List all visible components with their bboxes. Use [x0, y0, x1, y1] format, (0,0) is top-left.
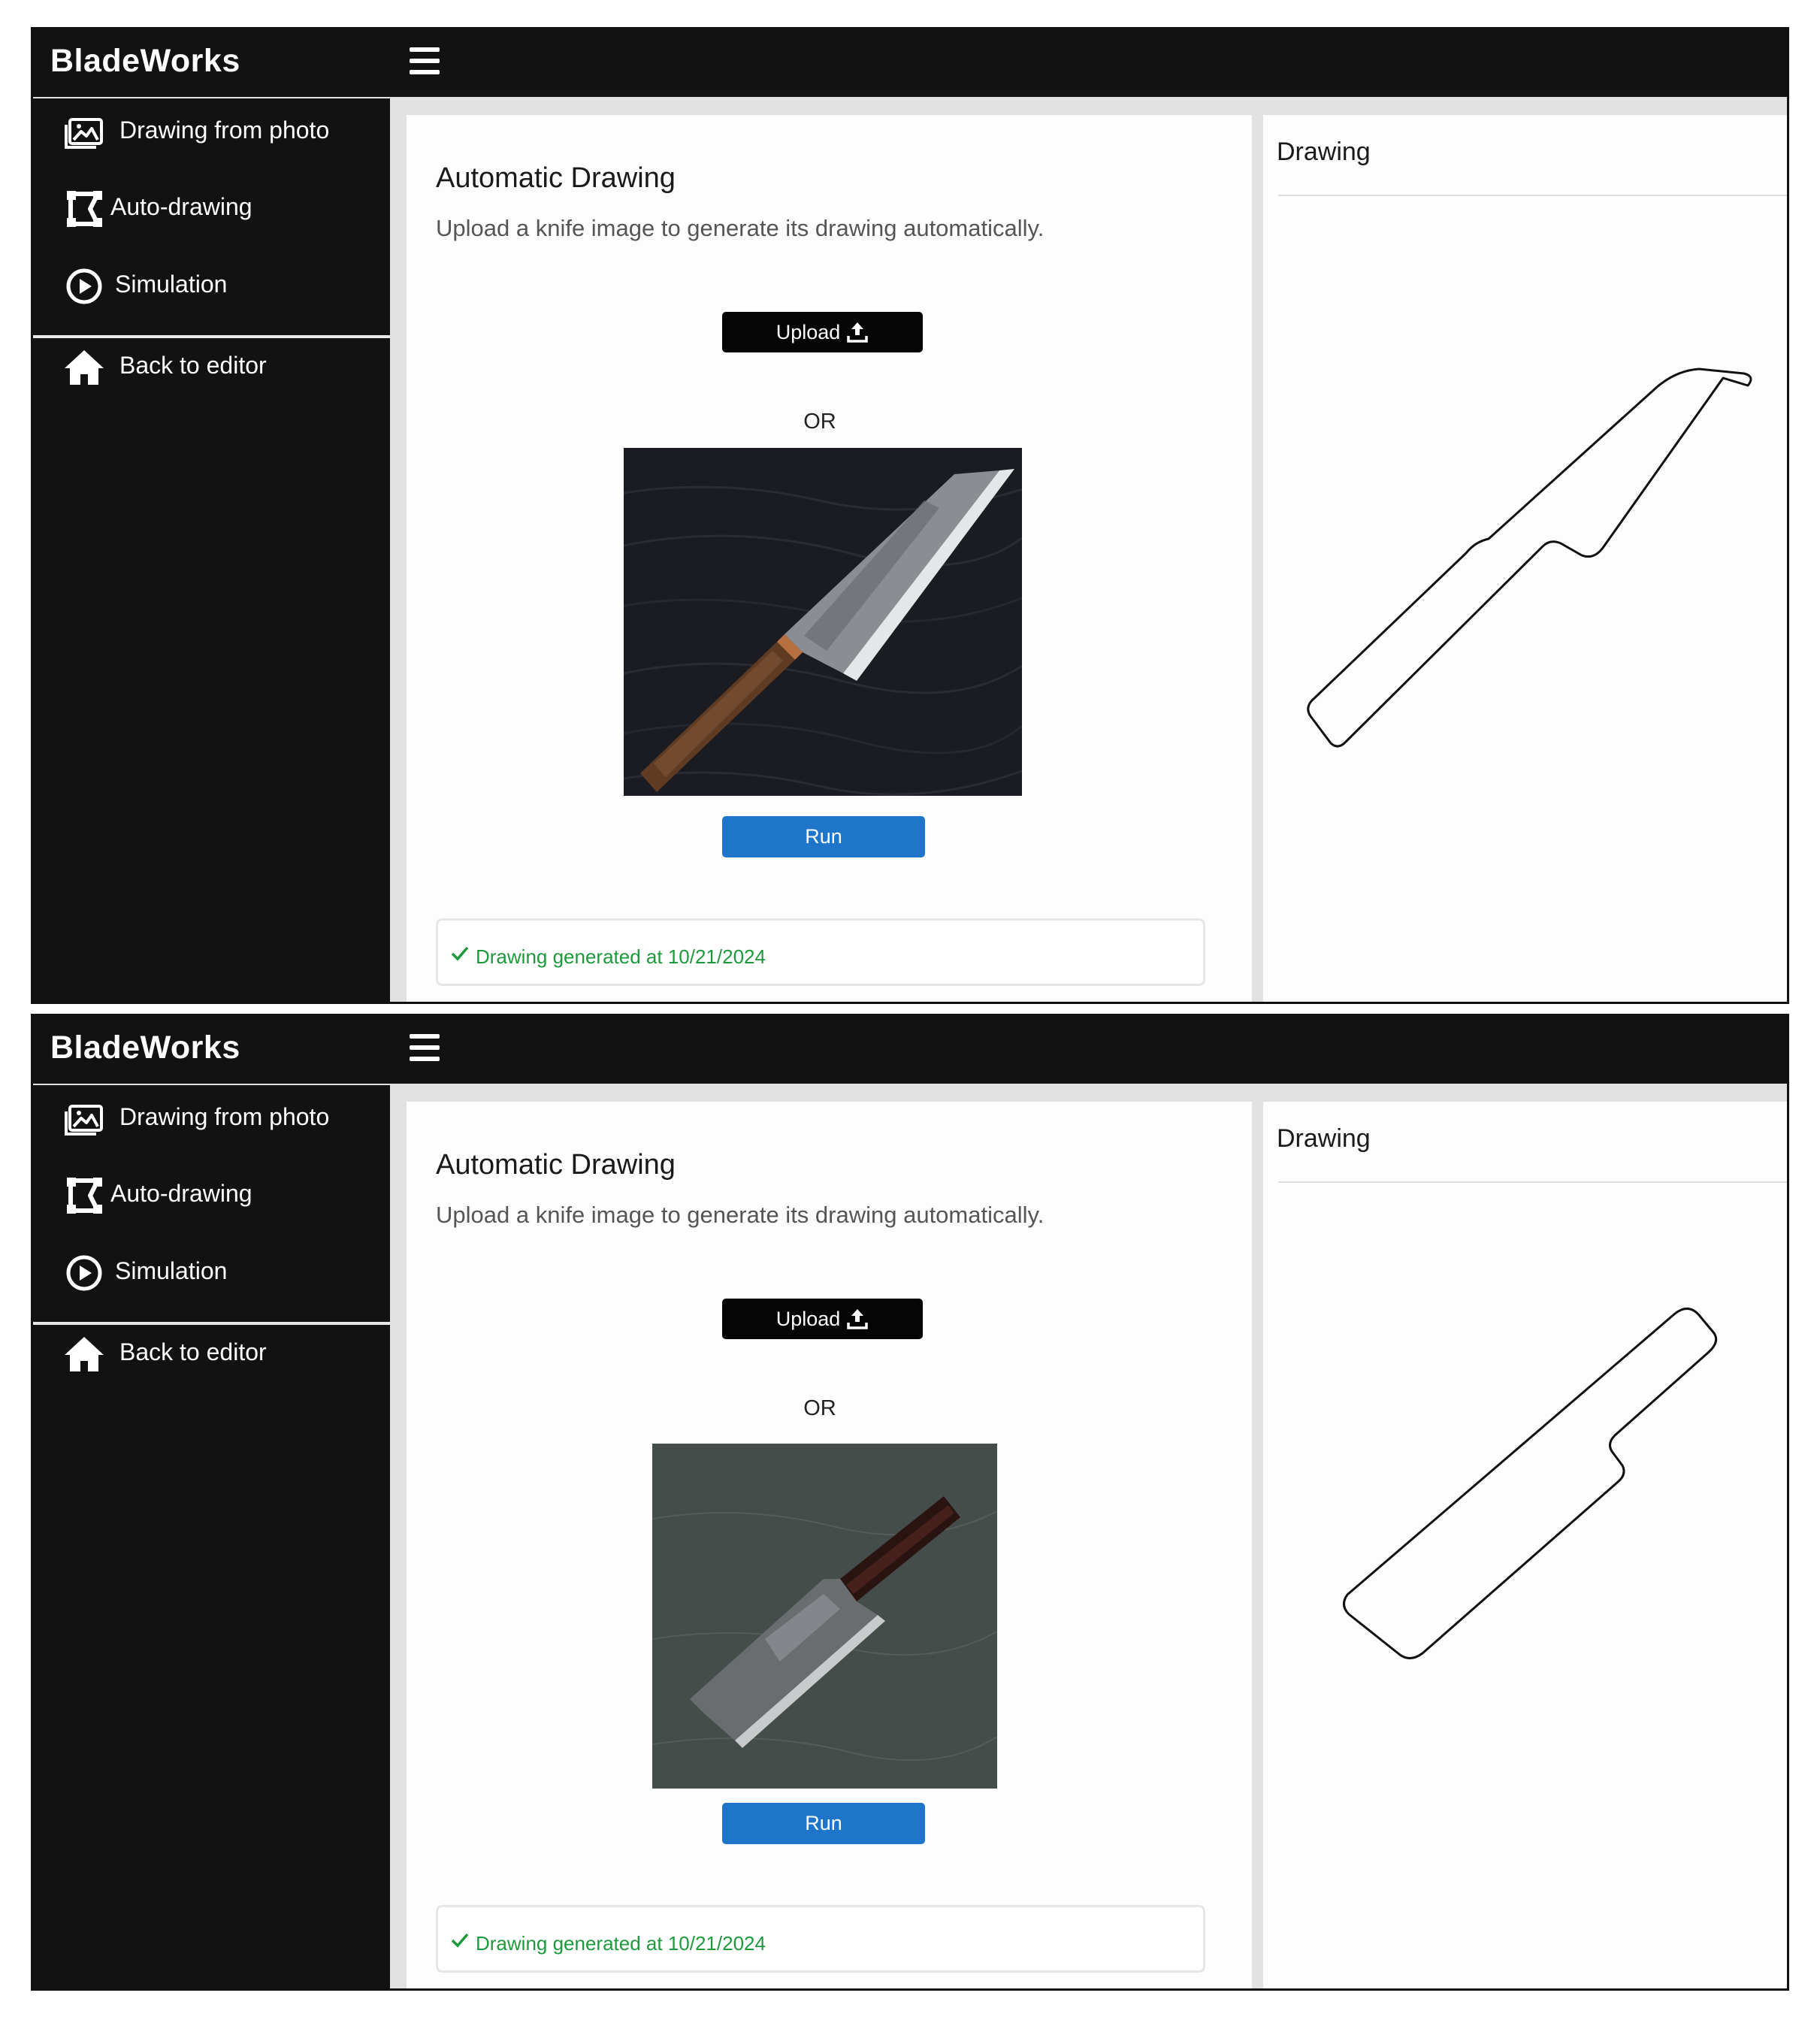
sidebar-item-label: Drawing from photo	[119, 1103, 330, 1130]
sidebar-item-back-to-editor[interactable]: Back to editor	[33, 1320, 390, 1388]
home-icon	[65, 1337, 104, 1371]
knife-outline-drawing	[1343, 1308, 1718, 1659]
sidebar-item-auto-drawing[interactable]: Auto-drawing	[33, 175, 390, 243]
upload-button-label: Upload	[775, 1307, 841, 1330]
drawing-panel: Drawing	[1263, 115, 1787, 1002]
sidebar: Drawing from photo Auto-drawing Simulati…	[33, 98, 390, 1002]
sidebar: Drawing from photo Auto-drawing Simulati…	[33, 1085, 390, 1988]
home-icon	[65, 350, 104, 385]
page-subtitle: Upload a knife image to generate its dra…	[436, 1202, 1045, 1228]
sidebar-item-label: Back to editor	[119, 352, 267, 379]
upload-icon	[847, 322, 869, 343]
upload-button[interactable]: Upload	[722, 312, 923, 352]
knife-photo	[652, 1444, 997, 1789]
upload-button-label: Upload	[775, 320, 841, 343]
sidebar-item-label: Simulation	[115, 271, 228, 298]
sidebar-item-auto-drawing[interactable]: Auto-drawing	[33, 1162, 390, 1229]
status-text: Drawing generated at 10/21/2024	[476, 1932, 766, 1955]
knife-photo	[624, 448, 1022, 796]
brand-title: BladeWorks	[50, 43, 240, 79]
page-title: Automatic Drawing	[436, 1149, 676, 1181]
check-icon	[451, 1933, 469, 1948]
top-bar: BladeWorks	[33, 1016, 1787, 1084]
sidebar-item-back-to-editor[interactable]: Back to editor	[33, 334, 390, 401]
sidebar-item-label: Back to editor	[119, 1338, 267, 1365]
image-icon	[65, 1105, 103, 1135]
knife-outline-drawing	[1307, 367, 1752, 748]
auto-drawing-card: Automatic Drawing Upload a knife image t…	[407, 115, 1252, 1002]
or-separator: OR	[803, 410, 836, 434]
run-button[interactable]: Run	[722, 1803, 925, 1844]
figure: BladeWorks Drawing from photo Auto-drawi…	[0, 0, 1820, 2020]
app-screen-2: BladeWorks Drawing from photo Auto-drawi…	[31, 1014, 1789, 1991]
or-separator: OR	[803, 1396, 836, 1420]
sidebar-item-simulation[interactable]: Simulation	[33, 252, 390, 320]
page-subtitle: Upload a knife image to generate its dra…	[436, 215, 1045, 241]
status-text: Drawing generated at 10/21/2024	[476, 945, 766, 968]
brand-title: BladeWorks	[50, 1030, 240, 1066]
image-icon	[65, 118, 103, 149]
app-screen-1: BladeWorks Drawing from photo Auto-drawi…	[31, 27, 1789, 1004]
auto-draw-icon	[67, 1178, 102, 1214]
run-button[interactable]: Run	[722, 816, 925, 857]
sidebar-item-label: Auto-drawing	[110, 193, 252, 220]
menu-icon[interactable]	[410, 1034, 440, 1061]
upload-button[interactable]: Upload	[722, 1299, 923, 1339]
upload-icon	[847, 1309, 869, 1329]
play-circle-icon	[66, 268, 102, 304]
play-circle-icon	[66, 1255, 102, 1291]
sidebar-item-drawing-from-photo[interactable]: Drawing from photo	[33, 98, 390, 166]
drawing-panel: Drawing	[1263, 1102, 1787, 1988]
page-title: Automatic Drawing	[436, 162, 676, 194]
sidebar-item-simulation[interactable]: Simulation	[33, 1239, 390, 1307]
status-message: Drawing generated at 10/21/2024	[436, 1905, 1205, 1973]
auto-drawing-card: Automatic Drawing Upload a knife image t…	[407, 1102, 1252, 1988]
top-bar: BladeWorks	[33, 29, 1787, 97]
check-icon	[451, 946, 469, 961]
sidebar-item-label: Drawing from photo	[119, 116, 330, 144]
sidebar-item-drawing-from-photo[interactable]: Drawing from photo	[33, 1085, 390, 1153]
sidebar-item-label: Simulation	[115, 1257, 228, 1284]
menu-icon[interactable]	[410, 47, 440, 74]
auto-draw-icon	[67, 191, 102, 227]
sidebar-item-label: Auto-drawing	[110, 1180, 252, 1207]
status-message: Drawing generated at 10/21/2024	[436, 918, 1205, 986]
